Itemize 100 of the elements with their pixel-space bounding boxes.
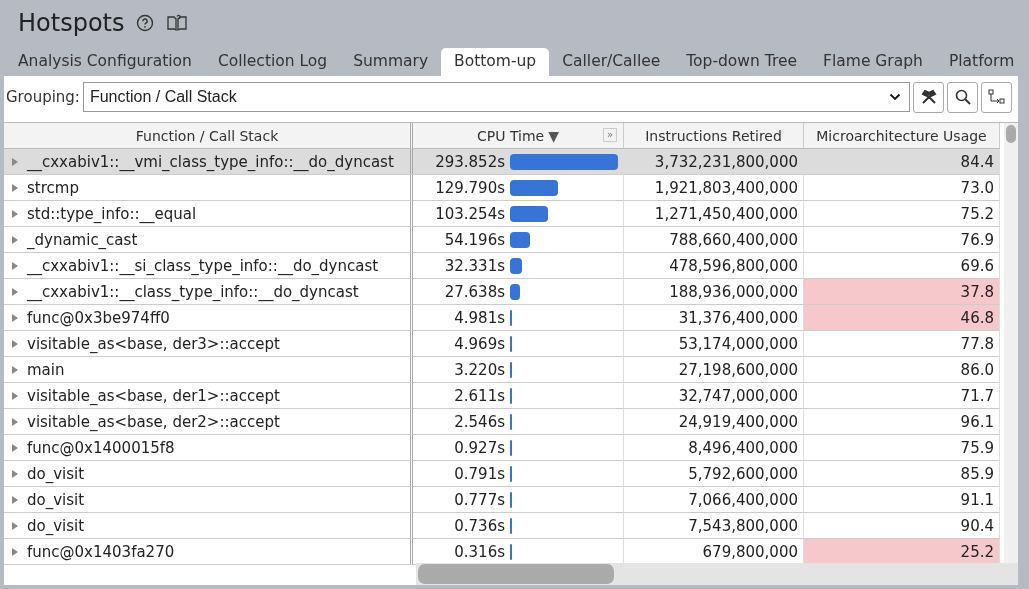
function-cell[interactable]: do_visit xyxy=(4,487,413,513)
table-cell: 31,376,400,000 xyxy=(624,305,804,331)
table-cell: 788,660,400,000 xyxy=(624,227,804,253)
expand-arrow-icon[interactable] xyxy=(11,234,19,245)
hierarchy-icon xyxy=(986,88,1007,106)
cpu-time-bar xyxy=(510,205,548,222)
table-cell: 27,198,600,000 xyxy=(624,357,804,383)
grouping-label: Grouping: xyxy=(6,88,80,106)
table-cell: 7,543,800,000 xyxy=(624,513,804,539)
help-icon[interactable] xyxy=(136,14,155,32)
table-cell: 5,792,600,000 xyxy=(624,461,804,487)
tab[interactable]: Analysis Configuration xyxy=(5,48,205,76)
table-cell: 90.4 xyxy=(804,513,1000,539)
table-cell: 24,919,400,000 xyxy=(624,409,804,435)
book-icon[interactable] xyxy=(166,13,189,33)
table-cell: 91.1 xyxy=(804,487,1000,513)
table-cell: 76.9 xyxy=(804,227,1000,253)
settings-button[interactable] xyxy=(913,81,944,113)
window-title: Hotspots xyxy=(18,9,125,37)
function-cell[interactable]: visitable_as<base, der3>::accept xyxy=(4,331,413,357)
expand-arrow-icon[interactable] xyxy=(11,182,19,193)
function-cell[interactable]: func@0x1403fa270 xyxy=(4,539,413,565)
expand-arrow-icon[interactable] xyxy=(11,338,19,349)
expand-arrow-icon[interactable] xyxy=(11,442,19,453)
table-cell: 75.2 xyxy=(804,201,1000,227)
expand-arrow-icon[interactable] xyxy=(11,390,19,401)
cpu-time-bar xyxy=(510,283,521,300)
table-cell: 53,174,000,000 xyxy=(624,331,804,357)
expand-arrow-icon[interactable] xyxy=(11,468,19,479)
table-cell: 37.8 xyxy=(804,279,1000,305)
function-cell[interactable]: _dynamic_cast xyxy=(4,227,413,253)
tab[interactable]: Caller/Callee xyxy=(549,48,674,76)
search-icon xyxy=(953,88,972,106)
tab[interactable]: Bottom-up xyxy=(441,48,550,76)
function-cell[interactable]: __cxxabiv1::__si_class_type_info::__do_dyncast xyxy=(4,253,413,279)
table-cell: 71.7 xyxy=(804,383,1000,409)
cpu-time-value: 54.196s xyxy=(443,230,505,249)
cpu-time-bar xyxy=(510,179,558,196)
column-header[interactable]: Microarchitecture Usage xyxy=(804,123,1000,149)
tab[interactable]: Summary xyxy=(340,48,442,76)
table-cell: 96.1 xyxy=(804,409,1000,435)
function-cell[interactable]: visitable_as<base, der2>::accept xyxy=(4,409,413,435)
cpu-time-value: 293.852s xyxy=(434,152,505,171)
column-header[interactable]: Instructions Retired xyxy=(624,123,804,149)
cpu-time-value: 27.638s xyxy=(443,282,505,301)
column-header[interactable]: Function / Call Stack xyxy=(4,123,413,149)
cpu-time-value: 0.316s xyxy=(453,542,505,561)
cpu-time-value: 2.611s xyxy=(453,386,505,405)
expand-arrow-icon[interactable] xyxy=(11,286,19,297)
expand-arrow-icon[interactable] xyxy=(11,520,19,531)
expand-arrow-icon[interactable] xyxy=(11,260,19,271)
table-cell: 3,732,231,800,000 xyxy=(624,149,804,175)
expand-arrow-icon[interactable] xyxy=(11,494,19,505)
expand-arrow-icon[interactable] xyxy=(11,312,19,323)
function-cell[interactable]: __cxxabiv1::__vmi_class_type_info::__do_dyncast xyxy=(4,149,413,175)
table-cell: 75.9 xyxy=(804,435,1000,461)
grouping-dropdown[interactable]: Function / Call Stack xyxy=(82,82,910,112)
sort-indicator: ▼ xyxy=(548,127,559,144)
cpu-time-value: 4.969s xyxy=(453,334,505,353)
cpu-time-value: 2.546s xyxy=(453,412,505,431)
expand-arrow-icon[interactable] xyxy=(11,156,19,167)
table-cell: 69.6 xyxy=(804,253,1000,279)
table-cell: 188,936,000,000 xyxy=(624,279,804,305)
table-cell: 84.4 xyxy=(804,149,1000,175)
cpu-time-value: 0.791s xyxy=(453,464,505,483)
cpu-time-value: 129.790s xyxy=(434,178,505,197)
chevron-down-icon xyxy=(889,93,901,101)
table-cell: 85.9 xyxy=(804,461,1000,487)
expand-arrow-icon[interactable] xyxy=(11,416,19,427)
tab[interactable]: Flame Graph xyxy=(810,48,936,76)
table-cell: 8,496,400,000 xyxy=(624,435,804,461)
table-cell: 86.0 xyxy=(804,357,1000,383)
cpu-time-value: 103.254s xyxy=(434,204,505,223)
search-button[interactable] xyxy=(947,81,978,113)
expand-column-button[interactable]: » xyxy=(602,128,617,142)
scrollbar-thumb[interactable] xyxy=(1006,125,1016,143)
function-cell[interactable]: visitable_as<base, der1>::accept xyxy=(4,383,413,409)
function-cell[interactable]: main xyxy=(4,357,413,383)
cpu-time-value: 3.220s xyxy=(453,360,505,379)
scrollbar-thumb[interactable] xyxy=(418,564,614,584)
function-cell[interactable]: func@0x3be974ff0 xyxy=(4,305,413,331)
tab[interactable]: Platform xyxy=(935,48,1028,76)
table-cell: 1,921,803,400,000 xyxy=(624,175,804,201)
cpu-time-bar xyxy=(510,231,530,248)
function-cell[interactable]: __cxxabiv1::__class_type_info::__do_dyncast xyxy=(4,279,413,305)
tab[interactable]: Top-down Tree xyxy=(673,48,811,76)
function-cell[interactable]: do_visit xyxy=(4,513,413,539)
expand-arrow-icon[interactable] xyxy=(11,208,19,219)
expand-arrow-icon[interactable] xyxy=(11,546,19,557)
table-cell: 478,596,800,000 xyxy=(624,253,804,279)
function-cell[interactable]: do_visit xyxy=(4,461,413,487)
function-cell[interactable]: func@0x1400015f8 xyxy=(4,435,413,461)
cpu-time-bar xyxy=(510,257,522,274)
expand-arrow-icon[interactable] xyxy=(11,364,19,375)
tab[interactable]: Collection Log xyxy=(204,48,341,76)
function-cell[interactable]: strcmp xyxy=(4,175,413,201)
column-header[interactable]: CPU Time ▼ » xyxy=(413,123,624,149)
cpu-time-value: 0.777s xyxy=(453,490,505,509)
function-cell[interactable]: std::type_info::__equal xyxy=(4,201,413,227)
table-cell: 25.2 xyxy=(804,539,1000,565)
